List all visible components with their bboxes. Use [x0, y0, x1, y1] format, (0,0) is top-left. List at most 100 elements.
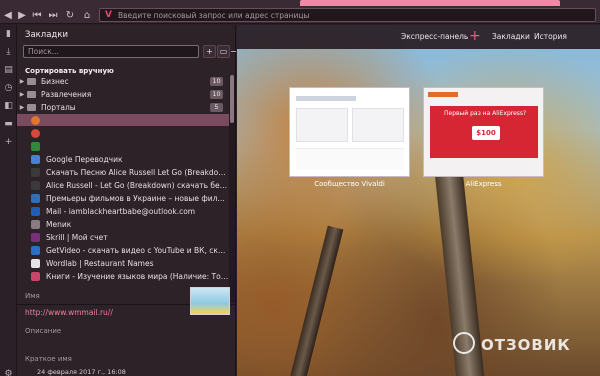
bookmark-row[interactable]: Книги - Изучение языков мира (Наличие: Т…	[17, 270, 229, 282]
reload-icon[interactable]: ↻	[63, 8, 77, 22]
bookmark-label: Книги - Изучение языков мира (Наличие: Т…	[46, 271, 229, 281]
bookmark-label: Wordlab | Restaurant Names	[46, 258, 154, 268]
search-input[interactable]: Поиск...	[23, 45, 199, 58]
folder-count: 10	[210, 89, 223, 99]
bookmark-label: Skrill | Мой счет	[46, 232, 108, 242]
tab-history[interactable]: История	[534, 32, 567, 41]
promo-banner: Первый раз на AliExpress? $100	[430, 106, 538, 158]
folder-row[interactable]: ▶ Развлечения 10	[17, 88, 229, 100]
add-panel-icon[interactable]: +	[3, 136, 14, 147]
tab-express-panel[interactable]: Экспресс-панель	[401, 32, 468, 41]
tab-bookmarks[interactable]: Закладки	[492, 32, 530, 41]
speed-dial-area: Экспресс-панель + Закладки История Сообщ…	[237, 25, 600, 376]
side-panel-rail: ▮ ⤓ ▤ ◷ ◧ ▬ + ⚙	[0, 25, 17, 376]
bookmark-row[interactable]: Премьеры фильмов в Украине – новые фильм…	[17, 192, 229, 204]
history-icon[interactable]: ◷	[3, 82, 14, 93]
bookmark-row-selected[interactable]	[17, 114, 229, 126]
remove-button[interactable]: −	[230, 45, 237, 58]
expand-arrow-icon[interactable]: ▶	[17, 91, 27, 98]
forward-icon[interactable]: ▶	[15, 8, 29, 22]
description-label: Описание	[25, 327, 62, 335]
short-name-label: Краткое имя	[25, 355, 72, 363]
bookmark-row[interactable]: Alice Russell - Let Go (Breakdown) скача…	[17, 179, 229, 191]
address-placeholder: Введите поисковый запрос или адрес стран…	[117, 10, 310, 20]
bookmark-label: Alice Russell - Let Go (Breakdown) скача…	[46, 180, 229, 190]
tile-caption: AliExpress	[465, 180, 502, 188]
getvideo-icon	[31, 245, 40, 255]
google-translate-icon	[31, 154, 40, 164]
bookmark-icon[interactable]: ▮	[3, 28, 14, 39]
expand-arrow-icon[interactable]: ▶	[17, 104, 27, 111]
aliexpress-logo	[428, 92, 458, 97]
name-label: Имя	[25, 292, 40, 300]
created-date: 24 февраля 2017 г., 16:08	[37, 368, 126, 376]
bookmark-row[interactable]: Google Переводчик	[17, 153, 229, 165]
favicon-icon	[31, 258, 40, 268]
bookmark-label: Google Переводчик	[46, 154, 123, 164]
sort-label[interactable]: Сортировать вручную	[25, 67, 114, 75]
bookmark-row[interactable]: GetVideo - скачать видео с YouTube и ВК,…	[17, 244, 229, 256]
page-preview-bar	[296, 96, 356, 101]
speed-dial-tile[interactable]	[289, 87, 410, 177]
add-bookmark-button[interactable]: +	[203, 45, 216, 58]
home-icon[interactable]: ⌂	[80, 8, 94, 22]
promo-text: Первый раз на AliExpress?	[444, 110, 527, 117]
favicon-icon	[31, 180, 40, 190]
web-panel-icon[interactable]: ▬	[3, 118, 14, 129]
favicon-icon	[31, 193, 40, 203]
expand-arrow-icon[interactable]: ▶	[17, 78, 27, 85]
bookmark-label: GetVideo - скачать видео с YouTube и ВК,…	[46, 245, 229, 255]
speed-dial-tile[interactable]: Первый раз на AliExpress? $100	[423, 87, 544, 177]
fast-forward-icon[interactable]: ⏭	[46, 8, 60, 22]
folder-label: Бизнес	[41, 76, 69, 86]
folder-count: 10	[210, 76, 223, 86]
favicon-icon	[31, 167, 40, 177]
bookmark-row[interactable]	[17, 127, 229, 139]
rewind-icon[interactable]: ⏮	[30, 8, 44, 22]
folder-row[interactable]: ▶ Бизнес 10	[17, 75, 229, 87]
watermark-logo-icon	[453, 332, 475, 354]
bookmark-list: ▶ Бизнес 10 ▶ Развлечения 10 ▶ Порталы 5	[17, 75, 229, 303]
bookmark-row[interactable]: Skrill | Мой счет	[17, 231, 229, 243]
bookmark-row[interactable]: Mail - iamblackheartbabe@outlook.com	[17, 205, 229, 217]
bookmark-row[interactable]: Menик	[17, 218, 229, 230]
favicon-icon	[31, 115, 40, 125]
bookmark-row[interactable]	[17, 140, 229, 152]
bookmark-label: Menик	[46, 219, 72, 229]
background-tree-trunk	[286, 225, 344, 376]
folder-icon	[27, 103, 36, 111]
add-folder-button[interactable]: ▭	[217, 45, 230, 58]
bookmark-thumbnail	[190, 287, 230, 315]
bookmark-label: Премьеры фильмов в Украине – новые фильм…	[46, 193, 229, 203]
address-toolbar: ◀ ▶ ⏮ ⏭ ↻ ⌂ V Введите поисковый запрос и…	[0, 6, 600, 24]
page-preview-card	[296, 108, 348, 142]
add-group-icon[interactable]: +	[469, 28, 481, 44]
bookmark-label: Скачать Песню Alice Russell Let Go (Brea…	[46, 167, 229, 177]
bookmark-url[interactable]: http://www.wmmail.ru//	[25, 308, 113, 317]
favicon-icon	[31, 271, 40, 281]
skrill-icon	[31, 232, 40, 242]
bookmarks-panel: Закладки Поиск... + ▭ − Сортировать вруч…	[17, 25, 237, 376]
folder-row[interactable]: ▶ Порталы 5	[17, 101, 229, 113]
download-icon[interactable]: ⤓	[3, 46, 14, 57]
folder-label: Порталы	[41, 102, 76, 112]
bookmark-row[interactable]: Wordlab | Restaurant Names	[17, 257, 229, 269]
coupon-badge: $100	[472, 126, 500, 140]
settings-icon[interactable]: ⚙	[3, 368, 14, 376]
bookmark-row[interactable]: Скачать Песню Alice Russell Let Go (Brea…	[17, 166, 229, 178]
folder-count: 5	[210, 102, 223, 112]
notes-icon[interactable]: ▤	[3, 64, 14, 75]
bookmark-scrollbar[interactable]	[229, 75, 235, 303]
watermark: ОТЗОВИК	[481, 336, 571, 354]
outlook-icon	[31, 206, 40, 216]
bookmark-label: Mail - iamblackheartbabe@outlook.com	[46, 206, 196, 216]
favicon-icon	[31, 219, 40, 229]
address-bar[interactable]: V Введите поисковый запрос или адрес стр…	[99, 8, 596, 22]
favicon-icon	[31, 128, 40, 138]
page-preview-card	[352, 108, 404, 142]
scrollbar-thumb[interactable]	[230, 75, 234, 123]
favicon-icon	[31, 141, 40, 151]
panel-title: Закладки	[25, 30, 68, 40]
back-icon[interactable]: ◀	[1, 8, 15, 22]
window-icon[interactable]: ◧	[3, 100, 14, 111]
